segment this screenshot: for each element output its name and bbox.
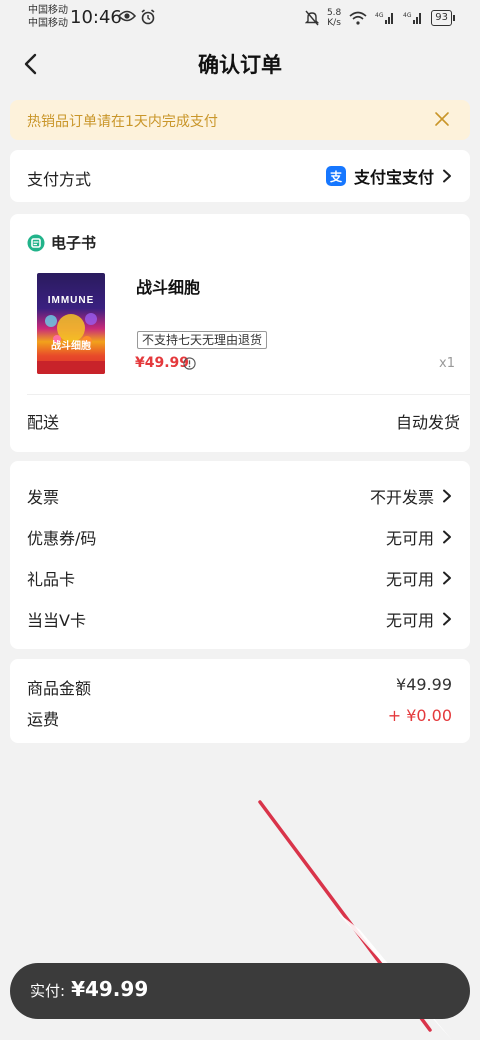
- submit-order-button[interactable]: [330, 963, 470, 1019]
- annotation-arrow: [258, 800, 452, 1040]
- pay-total-label: 实付:: [30, 982, 66, 1000]
- pay-total-amount: ¥49.99: [71, 977, 149, 1001]
- pay-total: 实付: ¥49.99: [30, 977, 148, 1001]
- checkout-bar: 实付: ¥49.99: [10, 963, 470, 1019]
